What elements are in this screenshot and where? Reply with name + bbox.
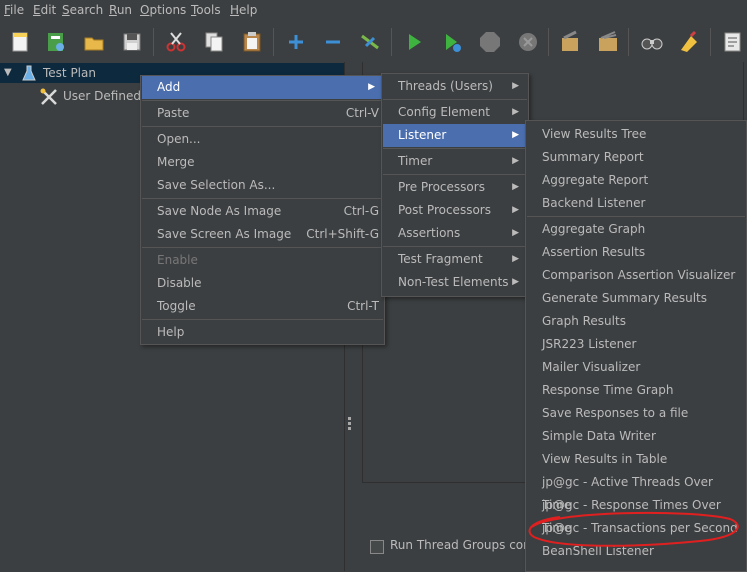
menu-item-timer[interactable]: Timer ▶ — [383, 150, 527, 173]
menu-item-generate-summary-results[interactable]: Generate Summary Results — [527, 287, 745, 310]
add-submenu: Threads (Users) ▶ Config Element ▶ Listene… — [381, 73, 529, 297]
annotation-circle — [528, 511, 739, 547]
submenu-arrow-icon: ▶ — [512, 182, 519, 192]
menu-item-merge[interactable]: Merge — [142, 151, 383, 174]
submenu-arrow-icon: ▶ — [512, 156, 519, 166]
menu-item-aggregate-graph[interactable]: Aggregate Graph — [527, 218, 745, 241]
templates-icon[interactable] — [44, 30, 68, 54]
menu-item-mailer-visualizer[interactable]: Mailer Visualizer — [527, 356, 745, 379]
menu-item-add[interactable]: Add ▶ — [142, 76, 383, 99]
menu-item-save-selection-as[interactable]: Save Selection As... — [142, 174, 383, 197]
expand-arrow-icon[interactable]: ▼ — [4, 63, 12, 83]
menu-item-listener[interactable]: Listener ▶ — [383, 124, 527, 147]
menu-item-test-fragment[interactable]: Test Fragment ▶ — [383, 248, 527, 271]
cut-icon[interactable] — [164, 30, 188, 54]
menu-item-help[interactable]: Help — [142, 321, 383, 344]
checkbox-label: Run Thread Groups cons — [390, 538, 537, 552]
submenu-arrow-icon: ▶ — [512, 254, 519, 264]
menu-item-threads-users[interactable]: Threads (Users) ▶ — [383, 75, 527, 98]
wrench-icon — [40, 88, 58, 112]
menu-item-jpgc-active-threads[interactable]: jp@gc - Active Threads Over Time — [527, 471, 745, 512]
start-no-pause-icon[interactable] — [440, 30, 464, 54]
copy-icon[interactable] — [202, 30, 226, 54]
menu-item-non-test-elements[interactable]: Non-Test Elements ▶ — [383, 271, 527, 294]
save-icon[interactable] — [120, 30, 144, 54]
menu-item-open[interactable]: Open... — [142, 128, 383, 151]
clear-icon[interactable] — [558, 30, 582, 54]
tree-item-label: Test Plan — [43, 66, 96, 80]
submenu-arrow-icon: ▶ — [512, 130, 519, 140]
submenu-arrow-icon: ▶ — [512, 81, 519, 91]
shutdown-icon[interactable] — [516, 30, 540, 54]
function-helper-icon[interactable] — [720, 30, 744, 54]
stop-icon[interactable] — [478, 30, 502, 54]
submenu-arrow-icon: ▶ — [512, 107, 519, 117]
toolbar-separator — [548, 28, 549, 56]
menu-options[interactable]: Options — [140, 3, 186, 17]
toggle-icon[interactable] — [358, 30, 382, 54]
toolbar-separator — [153, 28, 154, 56]
menu-item-simple-data-writer[interactable]: Simple Data Writer — [527, 425, 745, 448]
menu-item-response-time-graph[interactable]: Response Time Graph — [527, 379, 745, 402]
toolbar-separator — [273, 28, 274, 56]
menu-item-paste[interactable]: Paste Ctrl-V — [142, 102, 383, 125]
menu-item-assertion-results[interactable]: Assertion Results — [527, 241, 745, 264]
toolbar-separator — [391, 28, 392, 56]
expand-icon[interactable] — [284, 30, 308, 54]
menu-item-view-results-in-table[interactable]: View Results in Table — [527, 448, 745, 471]
search-icon[interactable] — [640, 30, 664, 54]
context-menu: Add ▶ Paste Ctrl-V Open... Merge Save Sele… — [140, 75, 385, 345]
clear-all-icon[interactable] — [596, 30, 620, 54]
run-thread-groups-checkbox[interactable] — [370, 540, 384, 554]
start-icon[interactable] — [402, 30, 426, 54]
menu-item-save-screen-as-image[interactable]: Save Screen As Image Ctrl+Shift-G — [142, 223, 383, 246]
toolbar-separator — [710, 28, 711, 56]
menu-item-enable: Enable — [157, 253, 198, 267]
menu-item-config-element[interactable]: Config Element ▶ — [383, 101, 527, 124]
submenu-arrow-icon: ▶ — [512, 228, 519, 238]
menu-item-assertions[interactable]: Assertions ▶ — [383, 222, 527, 245]
menu-edit[interactable]: Edit — [33, 3, 56, 17]
menu-item-graph-results[interactable]: Graph Results — [527, 310, 745, 333]
menu-help[interactable]: Help — [230, 3, 257, 17]
menu-item-aggregate-report[interactable]: Aggregate Report — [527, 169, 745, 192]
collapse-icon[interactable] — [321, 30, 345, 54]
menu-item-backend-listener[interactable]: Backend Listener — [527, 192, 745, 215]
menu-item-comparison-assertion-visualizer[interactable]: Comparison Assertion Visualizer — [527, 264, 745, 287]
menu-item-save-node-as-image[interactable]: Save Node As Image Ctrl-G — [142, 200, 383, 223]
menu-item-view-results-tree[interactable]: View Results Tree — [527, 123, 745, 146]
menu-search[interactable]: Search — [62, 3, 103, 17]
flask-icon — [22, 65, 36, 87]
reset-search-icon[interactable] — [677, 30, 701, 54]
paste-icon[interactable] — [240, 30, 264, 54]
submenu-arrow-icon: ▶ — [512, 277, 519, 287]
menu-tools[interactable]: Tools — [191, 3, 221, 17]
submenu-arrow-icon: ▶ — [512, 205, 519, 215]
submenu-arrow-icon: ▶ — [368, 82, 375, 92]
menu-bar: File Edit Search Run Options Tools Help — [0, 0, 747, 22]
menu-item-summary-report[interactable]: Summary Report — [527, 146, 745, 169]
new-icon[interactable] — [8, 30, 32, 54]
menu-file[interactable]: File — [4, 3, 24, 17]
menu-item-save-responses-to-file[interactable]: Save Responses to a file — [527, 402, 745, 425]
toolbar — [0, 22, 747, 63]
menu-item-pre-processors[interactable]: Pre Processors ▶ — [383, 176, 527, 199]
open-icon[interactable] — [82, 30, 106, 54]
toolbar-separator — [628, 28, 629, 56]
menu-item-toggle[interactable]: Toggle Ctrl-T — [142, 295, 383, 318]
menu-item-post-processors[interactable]: Post Processors ▶ — [383, 199, 527, 222]
menu-run[interactable]: Run — [109, 3, 132, 17]
menu-item-jsr223-listener[interactable]: JSR223 Listener — [527, 333, 745, 356]
menu-item-disable[interactable]: Disable — [142, 272, 383, 295]
